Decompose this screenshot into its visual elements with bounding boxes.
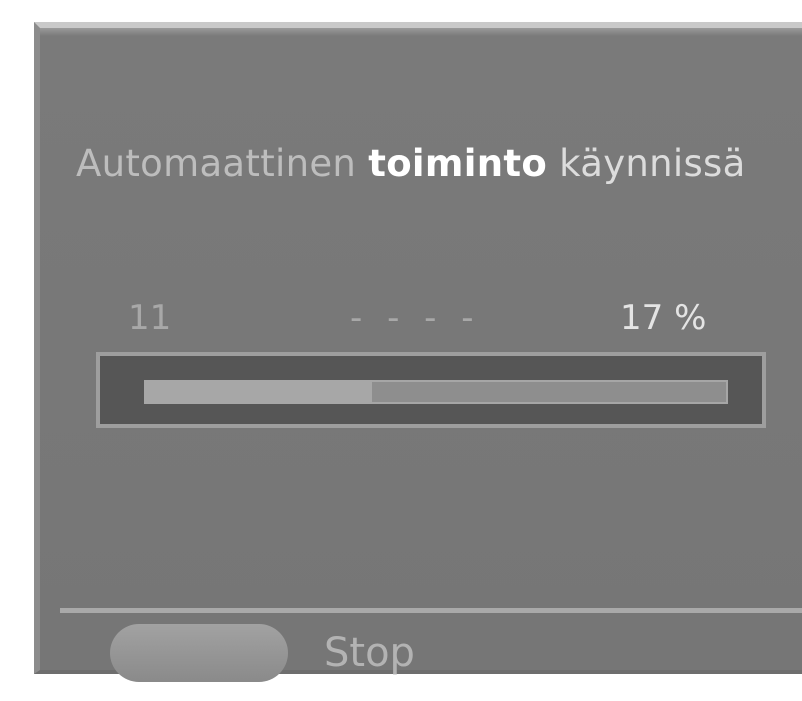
progress-percent: 17 % [620,298,707,338]
progress-fill [144,380,372,404]
station-name: - - - - [350,298,481,338]
auto-tune-dialog: Automaattinen toiminto käynnissä 11 - - … [34,22,802,682]
title-part-kaynnissa: käynnissä [547,142,746,185]
progress-track [144,380,728,404]
title-part-toiminto: toiminto [368,142,548,185]
footer-divider [60,608,802,613]
stop-label: Stop [324,630,415,676]
dialog-title: Automaattinen toiminto käynnissä [76,142,746,185]
channel-number: 11 [128,298,172,338]
progress-bar [96,352,766,428]
screen: Automaattinen toiminto käynnissä 11 - - … [0,0,802,701]
title-part-automaattinen: Automaattinen [76,142,369,185]
stop-button[interactable] [110,624,288,682]
